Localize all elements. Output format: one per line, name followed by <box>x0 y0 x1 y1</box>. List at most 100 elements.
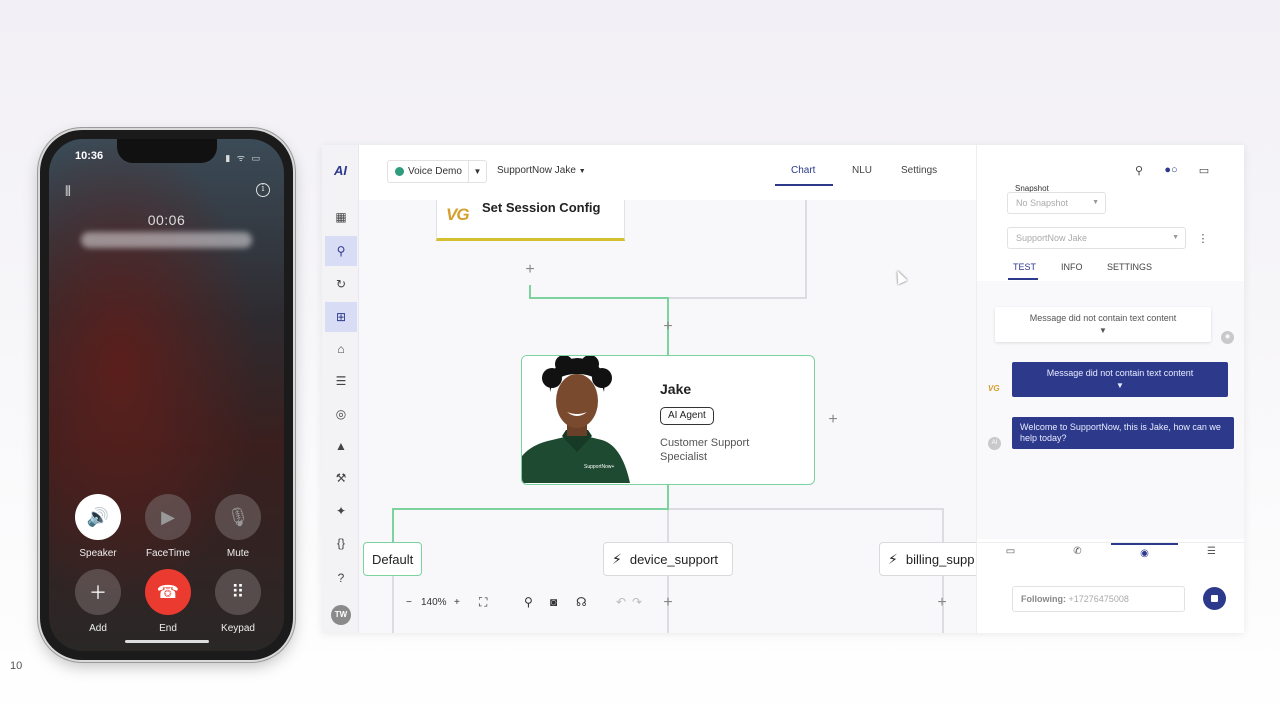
following-field[interactable]: Following: +17276475008 <box>1012 586 1185 612</box>
tab-info[interactable]: INFO <box>1061 262 1083 272</box>
intent-node-device-support[interactable]: ⚡ device_support <box>603 542 733 576</box>
test-mode-tabs: ▭ ✆ ◉ ☰ <box>977 542 1244 562</box>
undo-icon[interactable]: ↶ <box>616 595 626 609</box>
expand-chevron-icon[interactable]: ▼ <box>1012 381 1228 390</box>
tab-test[interactable]: TEST <box>1013 262 1036 272</box>
caret-down-icon: ▼ <box>578 168 586 175</box>
set-session-config-node[interactable]: VG Set Session Config <box>436 200 625 241</box>
tab-side-settings[interactable]: SETTINGS <box>1107 262 1152 272</box>
add-label: Add <box>89 623 107 634</box>
zoom-in-button[interactable]: + <box>454 597 460 608</box>
nav-flows-icon[interactable]: ⚲ <box>325 236 357 266</box>
zoom-out-button[interactable]: − <box>406 597 412 608</box>
phone-mockup: 10:36 ▮ ᯤ ▭ ⫴ i 00:06 🔊 Speaker ▶ FaceTi… <box>40 130 293 660</box>
flow-selector-label: Voice Demo <box>408 166 462 177</box>
endpoint-select[interactable]: SupportNow Jake ▼ <box>1007 227 1186 249</box>
search-icon[interactable]: ⚲ <box>1130 164 1148 178</box>
following-number: +17276475008 <box>1068 594 1129 604</box>
connector <box>667 485 669 510</box>
fit-view-icon[interactable]: ⛶ <box>479 595 487 610</box>
nav-chart-icon[interactable]: ⊞ <box>325 302 357 332</box>
home-indicator[interactable] <box>125 640 209 643</box>
nav-help-icon[interactable]: ? <box>325 563 357 593</box>
nav-globe-icon[interactable]: ◎ <box>325 399 357 429</box>
intent-node-billing-support[interactable]: ⚡ billing_supp <box>879 542 976 576</box>
connector <box>529 297 669 299</box>
user-avatar[interactable]: TW <box>331 605 351 625</box>
mute-button[interactable]: 🎙 Mute <box>213 494 263 559</box>
nav-ideas-icon[interactable]: ✦ <box>325 496 357 526</box>
ai-agent-node[interactable]: SupportNow+ Jake AI Agent Customer Suppo… <box>521 355 815 485</box>
user-message[interactable]: Message did not contain text content ▼ <box>995 307 1211 342</box>
app-logo[interactable]: AI <box>322 163 359 178</box>
nav-tools-icon[interactable]: ⚒ <box>325 463 357 493</box>
chat-icon[interactable]: ▭ <box>1195 164 1213 178</box>
connector <box>669 508 943 510</box>
voice-preview-icon[interactable]: ☊ <box>576 595 587 609</box>
following-label: Following: <box>1021 594 1066 604</box>
bot-message[interactable]: Welcome to SupportNow, this is Jake, how… <box>1012 417 1234 449</box>
stop-icon <box>1211 595 1218 602</box>
agent-selector[interactable]: SupportNow Jake ▼ <box>497 165 586 176</box>
add-node-icon[interactable]: + <box>661 595 675 611</box>
facetime-button[interactable]: ▶ FaceTime <box>143 494 193 559</box>
expand-chevron-icon[interactable]: ▼ <box>995 326 1211 335</box>
ai-avatar: AI <box>988 437 1001 450</box>
agent-role: Customer Support Specialist <box>660 437 750 463</box>
nav-list-icon[interactable]: ☰ <box>325 366 357 396</box>
connector <box>667 510 669 542</box>
camera-icon[interactable]: ◙ <box>550 595 557 609</box>
nav-training-icon[interactable]: ⌂ <box>325 334 357 364</box>
connector <box>805 200 807 299</box>
message-text: Message did not contain text content <box>1046 368 1194 378</box>
connector <box>669 297 806 299</box>
info-icon[interactable]: i <box>256 183 270 197</box>
nav-sessions-icon[interactable]: ↻ <box>325 269 357 299</box>
nav-dashboard-icon[interactable]: ▦ <box>325 202 357 232</box>
bot-message[interactable]: Message did not contain text content ▼ <box>1012 362 1228 397</box>
flow-selector[interactable]: Voice Demo ▼ <box>387 160 487 183</box>
nav-code-icon[interactable]: {} <box>325 528 357 558</box>
intent-node-default[interactable]: Default <box>363 542 423 576</box>
keypad-button[interactable]: ⠿ Keypad <box>213 569 263 634</box>
live-mode-icon[interactable]: ◉ <box>1111 543 1178 563</box>
test-panel: ⚲ ●○ ▭ Snapshot No Snapshot ▼ SupportNow… <box>976 145 1244 633</box>
call-duration: 00:06 <box>147 212 186 228</box>
facetime-label: FaceTime <box>145 548 191 559</box>
agent-type-badge: AI Agent <box>660 407 714 425</box>
search-icon[interactable]: ⚲ <box>524 595 533 609</box>
tab-chart[interactable]: Chart <box>791 165 815 176</box>
stop-button[interactable] <box>1203 587 1226 610</box>
add-node-icon[interactable]: + <box>523 262 537 278</box>
endpoint-value: SupportNow Jake <box>1016 233 1088 243</box>
flow-canvas[interactable]: + + + + + VG Set Session Config SupportN… <box>359 200 976 633</box>
more-options-icon[interactable]: ⋮ <box>1194 232 1212 246</box>
audio-wave-icon: ⫴ <box>65 183 71 199</box>
flow-status-dot <box>395 167 404 176</box>
nav-lab-icon[interactable]: ▲ <box>325 431 357 461</box>
redo-icon[interactable]: ↷ <box>632 595 642 609</box>
caller-name-blurred <box>81 232 252 248</box>
add-node-icon[interactable]: + <box>826 412 840 428</box>
chat-transcript: Message did not contain text content ▼ ◉… <box>977 281 1244 539</box>
user-avatar-icon: ◉ <box>1221 331 1234 344</box>
end-call-button[interactable]: ☎ End <box>143 569 193 634</box>
agent-name: Jake <box>660 381 692 397</box>
lightning-icon: ⚡ <box>612 550 622 567</box>
tab-nlu[interactable]: NLU <box>852 165 872 176</box>
message-text: Message did not contain text content <box>1029 313 1177 323</box>
chevron-down-icon[interactable]: ▼ <box>468 161 486 182</box>
tab-settings[interactable]: Settings <box>901 165 937 176</box>
node-title: Set Session Config <box>482 200 601 215</box>
add-node-icon[interactable]: + <box>935 595 949 611</box>
intent-label: device_support <box>629 551 719 567</box>
phone-mode-icon[interactable]: ✆ <box>1044 543 1111 563</box>
add-call-button[interactable]: ＋ Add <box>73 569 123 634</box>
toggle-icon[interactable]: ●○ <box>1162 164 1180 178</box>
speaker-button[interactable]: 🔊 Speaker <box>73 494 123 559</box>
snapshot-select[interactable]: No Snapshot ▼ <box>1007 192 1106 214</box>
chat-mode-icon[interactable]: ▭ <box>977 543 1044 563</box>
transcript-mode-icon[interactable]: ☰ <box>1178 543 1244 563</box>
video-camera-icon: ▶ <box>145 494 191 540</box>
add-node-icon[interactable]: + <box>661 319 675 335</box>
